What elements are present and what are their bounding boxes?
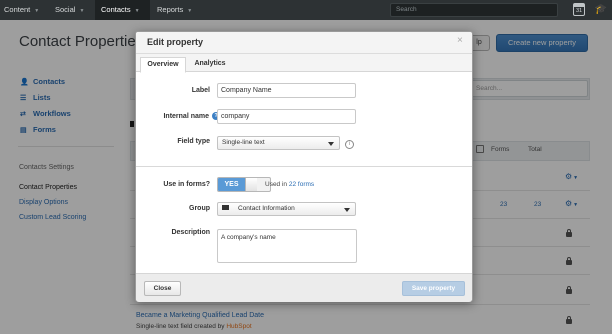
- nav-contacts[interactable]: Contacts ▼: [95, 0, 150, 20]
- nav-social[interactable]: Social ▼: [51, 0, 95, 20]
- toggle-knob: [245, 178, 257, 191]
- chevron-down-icon: [328, 142, 334, 146]
- chevron-down-icon: ▼: [134, 8, 140, 14]
- field-type-select[interactable]: Single-line text: [217, 136, 340, 150]
- internal-name-text: Internal name: [163, 112, 209, 120]
- global-search-input[interactable]: Search: [390, 3, 558, 17]
- forms-count-link[interactable]: 22 forms: [289, 181, 314, 188]
- nav-social-label: Social: [55, 5, 76, 14]
- save-property-button[interactable]: Save property: [402, 281, 465, 296]
- toggle-on-label: YES: [218, 178, 245, 191]
- top-nav: Content ▼ Social ▼ Contacts ▼ Reports ▼ Sear…: [0, 0, 612, 20]
- use-in-forms-label: Use in forms?: [163, 181, 210, 188]
- chevron-down-icon: ▼: [34, 8, 40, 14]
- chevron-down-icon: ▼: [79, 8, 85, 14]
- description-label: Description: [171, 229, 210, 236]
- academy-hat-icon[interactable]: 🎓: [594, 4, 608, 16]
- close-button[interactable]: Close: [144, 281, 181, 296]
- modal-header: Edit property ×: [136, 32, 472, 54]
- calendar-icon[interactable]: 31: [573, 3, 585, 16]
- field-type-value: Single-line text: [222, 139, 265, 146]
- nav-reports-label: Reports: [157, 5, 184, 14]
- modal-title: Edit property: [147, 37, 204, 47]
- close-icon[interactable]: ×: [457, 35, 463, 46]
- used-in-prefix: Used in: [265, 181, 289, 188]
- internal-name-input[interactable]: company: [217, 109, 356, 124]
- modal-tabs: Overview Analytics: [136, 54, 472, 73]
- use-in-forms-toggle[interactable]: YES: [217, 177, 271, 192]
- info-icon[interactable]: i: [345, 140, 354, 149]
- used-in-forms-text: Used in 22 forms: [265, 181, 314, 188]
- label-field-label: Label: [191, 87, 210, 94]
- nav-reports[interactable]: Reports ▼: [153, 0, 201, 20]
- tab-analytics[interactable]: Analytics: [188, 57, 232, 72]
- nav-content[interactable]: Content ▼: [0, 0, 45, 20]
- description-textarea[interactable]: A company's name: [217, 229, 357, 263]
- label-input[interactable]: Company Name: [217, 83, 356, 98]
- group-value: Contact Information: [238, 205, 295, 212]
- nav-content-label: Content: [4, 5, 31, 14]
- folder-icon: [222, 204, 229, 210]
- group-select[interactable]: Contact Information: [217, 202, 356, 216]
- chevron-down-icon: [344, 208, 350, 212]
- internal-name-field-label: Internal name?: [140, 112, 220, 120]
- chevron-down-icon: ▼: [187, 8, 193, 14]
- calendar-day: 31: [575, 8, 583, 14]
- field-type-label: Field type: [177, 138, 210, 145]
- tab-overview[interactable]: Overview: [140, 57, 186, 73]
- edit-property-modal: Edit property × Overview Analytics Label…: [135, 31, 473, 302]
- section-divider: [136, 166, 472, 167]
- nav-contacts-label: Contacts: [101, 5, 131, 14]
- modal-footer: Close Save property: [136, 273, 472, 302]
- group-label: Group: [189, 205, 210, 212]
